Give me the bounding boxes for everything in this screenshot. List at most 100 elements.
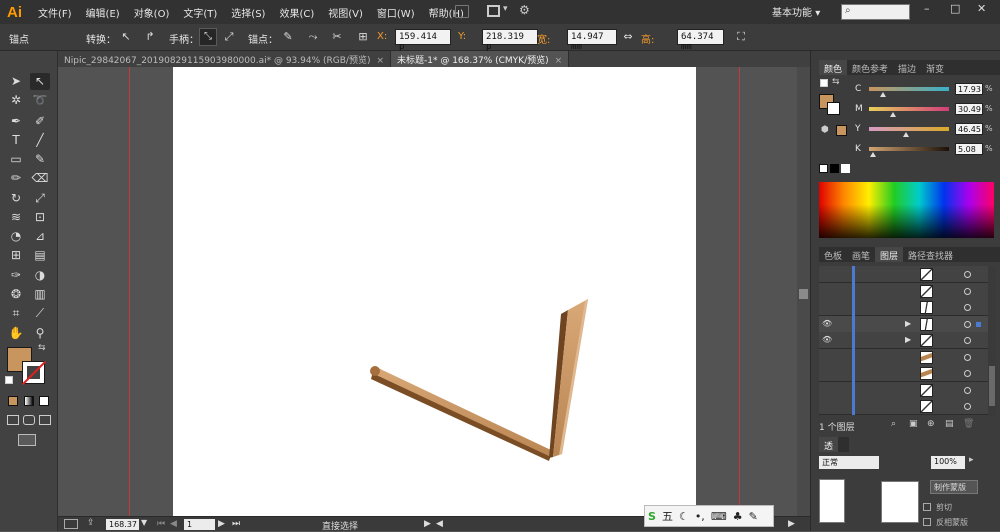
menu-select[interactable]: 选择(S)	[224, 5, 272, 20]
menu-effect[interactable]: 效果(C)	[272, 5, 321, 20]
layer-row[interactable]	[819, 299, 991, 316]
locate-object-icon[interactable]: ⌕	[891, 419, 896, 429]
tab-color[interactable]: 颜色	[819, 60, 848, 75]
curvature-tool-icon[interactable]: ✐	[30, 113, 50, 130]
out-of-gamut-icon[interactable]: ⬢	[821, 125, 829, 135]
bridge-icon[interactable]	[455, 5, 469, 18]
close-icon[interactable]: ×	[376, 56, 384, 66]
opacity-field[interactable]: 100%	[931, 456, 965, 469]
convert-smooth-icon[interactable]: ↱	[143, 30, 157, 44]
layer-row[interactable]	[819, 282, 991, 300]
make-mask-button[interactable]: 制作蒙版	[930, 480, 978, 494]
prev-page-icon[interactable]: ◀	[170, 519, 177, 529]
invert-mask-checkbox[interactable]	[923, 518, 931, 526]
channel-m-thumb[interactable]	[890, 112, 896, 117]
channel-y-value[interactable]: 46.45	[955, 123, 983, 135]
gradient-mode-icon[interactable]	[24, 396, 34, 406]
remove-anchor-icon[interactable]: ✎	[281, 30, 295, 44]
rectangle-tool-icon[interactable]: ▭	[6, 151, 26, 168]
artboard-nav-icon[interactable]	[64, 519, 78, 529]
warp-tool-icon[interactable]: ≋	[6, 209, 26, 226]
line-tool-icon[interactable]: ╱	[30, 132, 50, 149]
layer-row[interactable]	[819, 365, 991, 382]
draw-inside-icon[interactable]	[39, 415, 51, 425]
blend-mode-select[interactable]: 正常	[819, 456, 879, 469]
zoom-field[interactable]: 168.37	[106, 519, 139, 530]
stick-right[interactable]	[549, 299, 588, 458]
default-fill-stroke-icon[interactable]	[820, 79, 828, 87]
tab-layers[interactable]: 图层	[875, 247, 904, 262]
magic-wand-tool-icon[interactable]: ✲	[6, 92, 26, 109]
vertical-scrollbar[interactable]	[797, 67, 810, 516]
menu-view[interactable]: 视图(V)	[321, 5, 370, 20]
ime-logo-icon[interactable]: S	[648, 510, 656, 523]
selection-tool-icon[interactable]: ➤	[6, 73, 26, 90]
skin-icon[interactable]: ♣	[733, 510, 743, 523]
gradient-tool-icon[interactable]: ▤	[30, 247, 50, 264]
layer-row[interactable]	[819, 348, 991, 366]
keyboard-icon[interactable]: ⌨	[711, 510, 727, 523]
target-circle-icon[interactable]	[964, 386, 971, 394]
type-tool-icon[interactable]: T	[6, 132, 26, 149]
wrench-icon[interactable]: ✎	[749, 510, 758, 523]
layer-row[interactable]: 👁 ▶	[819, 332, 991, 349]
isolate-icon[interactable]: ⛶	[734, 30, 748, 44]
visibility-eye-icon[interactable]: 👁	[822, 335, 832, 344]
layer-row[interactable]	[819, 398, 991, 415]
channel-c-thumb[interactable]	[880, 92, 887, 97]
link-proportions-icon[interactable]: ⇔	[621, 30, 635, 44]
layers-scrollbar[interactable]	[988, 266, 996, 416]
search-input[interactable]: ⌕	[841, 4, 910, 20]
default-colors-icon[interactable]	[5, 376, 13, 384]
tab-color-guide[interactable]: 颜色参考	[847, 60, 893, 75]
channel-y-thumb[interactable]	[902, 132, 909, 137]
height-field[interactable]: 64.374 mm	[677, 29, 724, 52]
punctuation-icon[interactable]: •,	[695, 510, 705, 523]
gamut-swatch[interactable]	[836, 125, 847, 136]
width-field[interactable]: 14.947 mm	[567, 29, 617, 52]
zoom-tool-icon[interactable]: ⚲	[30, 325, 50, 342]
tab-gradient[interactable]: 渐变	[921, 60, 949, 75]
target-circle-icon[interactable]	[964, 271, 971, 278]
shape-builder-tool-icon[interactable]: ◔	[6, 228, 26, 245]
target-circle-icon[interactable]	[964, 287, 971, 295]
scroll-right-icon[interactable]: ▶	[788, 519, 795, 529]
eyedropper-tool-icon[interactable]: ✑	[6, 267, 26, 284]
channel-k-thumb[interactable]	[870, 152, 876, 157]
menu-type[interactable]: 文字(T)	[176, 5, 224, 20]
chevron-right-icon[interactable]: ▸	[969, 455, 974, 465]
artwork[interactable]	[173, 67, 696, 516]
screen-mode-icon[interactable]	[18, 434, 36, 446]
chevron-down-icon[interactable]: ▼	[141, 518, 147, 527]
black-swatch[interactable]	[830, 164, 839, 173]
target-circle-icon[interactable]	[964, 337, 971, 344]
hide-handles-icon[interactable]: ⤢	[222, 30, 236, 44]
scale-tool-icon[interactable]: ⤢	[30, 190, 50, 207]
layer-row[interactable]: 👁 ▶	[819, 315, 991, 333]
new-sublayer-icon[interactable]: ⊕	[927, 419, 935, 429]
perspective-grid-tool-icon[interactable]: ⊿	[30, 228, 50, 245]
layer-row[interactable]	[819, 381, 991, 399]
close-icon[interactable]: ×	[555, 56, 563, 66]
target-circle-icon[interactable]	[964, 320, 971, 328]
target-circle-icon[interactable]	[964, 370, 971, 377]
channel-m-value[interactable]: 30.49	[955, 103, 983, 115]
color-spectrum[interactable]	[819, 182, 994, 238]
menu-object[interactable]: 对象(O)	[127, 5, 177, 20]
pen-tool-icon[interactable]: ✒	[6, 113, 26, 130]
stick-left[interactable]	[370, 366, 553, 461]
draw-behind-icon[interactable]	[23, 415, 35, 425]
scroll-left-icon[interactable]: ◀	[436, 519, 443, 529]
column-graph-tool-icon[interactable]: ▥	[30, 286, 50, 303]
chevron-down-icon[interactable]: ▾	[503, 4, 508, 14]
layer-row[interactable]	[819, 266, 991, 283]
expand-triangle-icon[interactable]: ▶	[905, 319, 911, 328]
workspace-switcher[interactable]: 基本功能 ▾	[772, 4, 820, 19]
channel-k-value[interactable]: 5.08	[955, 143, 983, 155]
moon-icon[interactable]: ☾	[679, 510, 689, 523]
minimize-icon[interactable]: –	[924, 2, 930, 15]
arrange-documents-icon[interactable]	[487, 5, 500, 17]
convert-corner-icon[interactable]: ↖	[119, 30, 133, 44]
symbol-sprayer-tool-icon[interactable]: ❂	[6, 286, 26, 303]
channel-y-slider[interactable]	[869, 127, 949, 137]
